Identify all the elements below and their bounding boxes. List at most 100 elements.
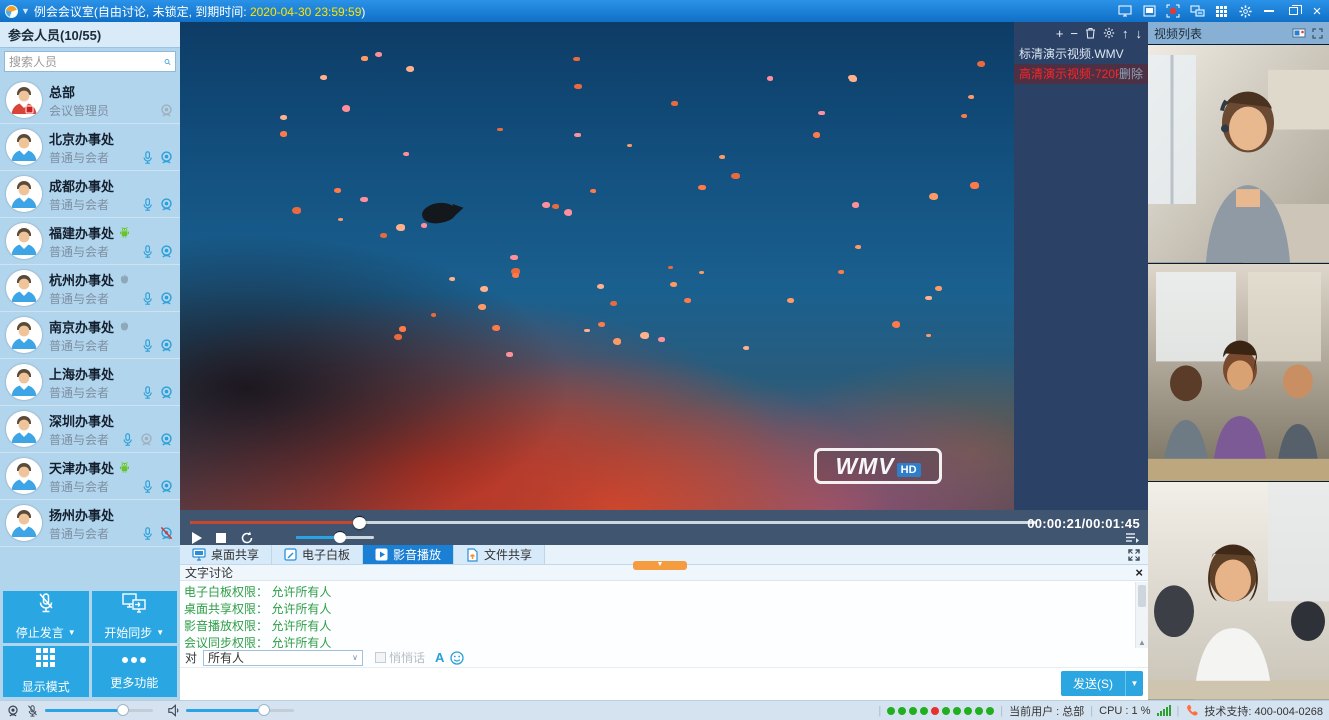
message-input[interactable]: 发送(S) ▼ — [180, 668, 1148, 700]
participant-row[interactable]: 南京办事处 普通与会者 — [0, 312, 180, 359]
scrollbar-thumb[interactable] — [1138, 585, 1146, 607]
participant-name: 天津办事处 — [49, 458, 114, 477]
playlist-move-up-icon[interactable]: ↑ — [1122, 26, 1129, 41]
mic-icon[interactable] — [121, 432, 134, 447]
volume-slider[interactable] — [296, 536, 374, 539]
chat-close-icon[interactable]: × — [1135, 566, 1143, 579]
camera-icon[interactable] — [159, 244, 174, 259]
camera-icon[interactable] — [159, 150, 174, 165]
camera-icon[interactable] — [159, 338, 174, 353]
camera-icon[interactable] — [159, 291, 174, 306]
mic-slash-button[interactable]: 停止发言▼ — [3, 591, 89, 643]
screen-share-icon[interactable] — [1113, 0, 1137, 22]
mic-muted-icon[interactable] — [26, 704, 39, 718]
mic-icon[interactable] — [141, 244, 154, 259]
camera-icon[interactable] — [159, 385, 174, 400]
video-thumbnail-1[interactable] — [1148, 44, 1329, 263]
chevron-down-icon[interactable]: ▼ — [68, 628, 76, 637]
video-thumbnail-3[interactable] — [1148, 481, 1329, 700]
participant-row[interactable]: 福建办事处 普通与会者 — [0, 218, 180, 265]
playlist-item[interactable]: 高清演示视频-720P.wmv 删除 — [1014, 64, 1148, 84]
minimize-button[interactable] — [1257, 0, 1281, 22]
fullscreen-icon[interactable] — [1120, 545, 1148, 564]
seek-bar[interactable] — [190, 521, 1036, 524]
participant-row[interactable]: 深圳办事处 普通与会者 — [0, 406, 180, 453]
collapse-handle[interactable]: ▼ — [633, 561, 687, 570]
speaker-volume-slider[interactable] — [186, 709, 294, 712]
whisper-checkbox[interactable] — [375, 652, 386, 663]
send-options-icon[interactable]: ▼ — [1125, 671, 1143, 696]
playlist-toggle-icon[interactable] — [1125, 532, 1140, 543]
participant-row[interactable]: 北京办事处 普通与会者 — [0, 124, 180, 171]
playlist-remove-icon[interactable]: − — [1070, 26, 1078, 41]
emoji-icon[interactable] — [450, 651, 464, 665]
video-thumbnail-2[interactable] — [1148, 263, 1329, 482]
playlist-settings-icon[interactable] — [1103, 27, 1115, 39]
chat-title: 文字讨论 — [185, 564, 233, 581]
chat-scrollbar[interactable]: ▲ — [1135, 582, 1148, 648]
participant-row[interactable]: 总部 会议管理员 — [0, 77, 180, 124]
mic-icon[interactable] — [141, 197, 154, 212]
mic-icon[interactable] — [141, 526, 154, 541]
playlist-add-icon[interactable]: + — [1056, 26, 1064, 41]
participant-row[interactable]: 成都办事处 普通与会者 — [0, 171, 180, 218]
font-button[interactable]: A — [435, 650, 444, 665]
tab-whiteboard[interactable]: 电子白板 — [272, 545, 363, 564]
expand-icon[interactable] — [1312, 28, 1323, 39]
play-button[interactable] — [192, 532, 202, 544]
apps-grid-icon[interactable] — [1209, 0, 1233, 22]
seek-thumb[interactable] — [353, 516, 366, 529]
send-button[interactable]: 发送(S) — [1061, 671, 1125, 696]
playlist-move-down-icon[interactable]: ↓ — [1136, 26, 1143, 41]
video-player-surface[interactable]: WMV HD — [180, 22, 1014, 510]
scrollbar-up-icon[interactable]: ▲ — [1136, 638, 1148, 647]
restore-button[interactable] — [1281, 0, 1305, 22]
record-icon[interactable] — [1161, 0, 1185, 22]
participant-row[interactable]: 杭州办事处 普通与会者 — [0, 265, 180, 312]
network-share-icon[interactable] — [1185, 0, 1209, 22]
camera-icon[interactable] — [159, 103, 174, 118]
chevron-down-icon[interactable]: ▼ — [156, 628, 164, 637]
mic-icon[interactable] — [141, 150, 154, 165]
volume-thumb[interactable] — [334, 531, 346, 543]
speaker-icon[interactable] — [167, 704, 180, 717]
loop-button[interactable] — [240, 531, 254, 545]
participant-row[interactable]: 上海办事处 普通与会者 — [0, 359, 180, 406]
search-box[interactable] — [4, 51, 176, 72]
mic-icon[interactable] — [141, 338, 154, 353]
search-icon[interactable] — [164, 55, 171, 69]
ellipsis-button[interactable]: 更多功能 — [92, 646, 178, 698]
participant-row[interactable]: 扬州办事处 普通与会者 — [0, 500, 180, 547]
tab-media-play[interactable]: 影音播放 — [363, 545, 454, 564]
camera-icon[interactable] — [159, 197, 174, 212]
close-button[interactable]: × — [1305, 0, 1329, 22]
whisper-option[interactable]: 悄悄话 — [375, 649, 425, 666]
mic-icon[interactable] — [141, 479, 154, 494]
sync-screens-button[interactable]: 开始同步▼ — [92, 591, 178, 643]
delete-item-button[interactable]: 删除 — [1119, 64, 1143, 84]
video-mode-icon[interactable] — [1292, 28, 1306, 39]
playlist-trash-icon[interactable] — [1085, 27, 1096, 39]
grid-button[interactable]: 显示模式 — [3, 646, 89, 698]
camera-icon[interactable] — [159, 479, 174, 494]
participant-row[interactable]: 天津办事处 普通与会者 — [0, 453, 180, 500]
status-bar: | | 当前用户 : 总部 | CPU : 1 % | 技术支持: 400-00… — [0, 700, 1329, 720]
mic-icon[interactable] — [141, 385, 154, 400]
camera-off-icon[interactable] — [159, 526, 174, 541]
chat-message: 影音播放权限： 允许所有人 — [184, 618, 1135, 635]
avatar — [6, 458, 42, 494]
mic-icon[interactable] — [141, 291, 154, 306]
camera-icon[interactable] — [139, 432, 154, 447]
mic-volume-slider[interactable] — [45, 709, 153, 712]
tab-file-share[interactable]: 文件共享 — [454, 545, 545, 564]
settings-gear-icon[interactable] — [1233, 0, 1257, 22]
playlist-item[interactable]: 标清演示视频.WMV — [1014, 44, 1148, 64]
camera-icon[interactable] — [159, 432, 174, 447]
window-mode-icon[interactable] — [1137, 0, 1161, 22]
search-input[interactable] — [9, 55, 164, 69]
chevron-down-icon[interactable]: ▼ — [21, 6, 30, 16]
stop-button[interactable] — [216, 533, 226, 543]
tab-desktop-share[interactable]: 桌面共享 — [180, 545, 272, 564]
recipient-select[interactable]: 所有人∨ — [203, 650, 363, 666]
webcam-status-icon[interactable] — [6, 704, 20, 718]
